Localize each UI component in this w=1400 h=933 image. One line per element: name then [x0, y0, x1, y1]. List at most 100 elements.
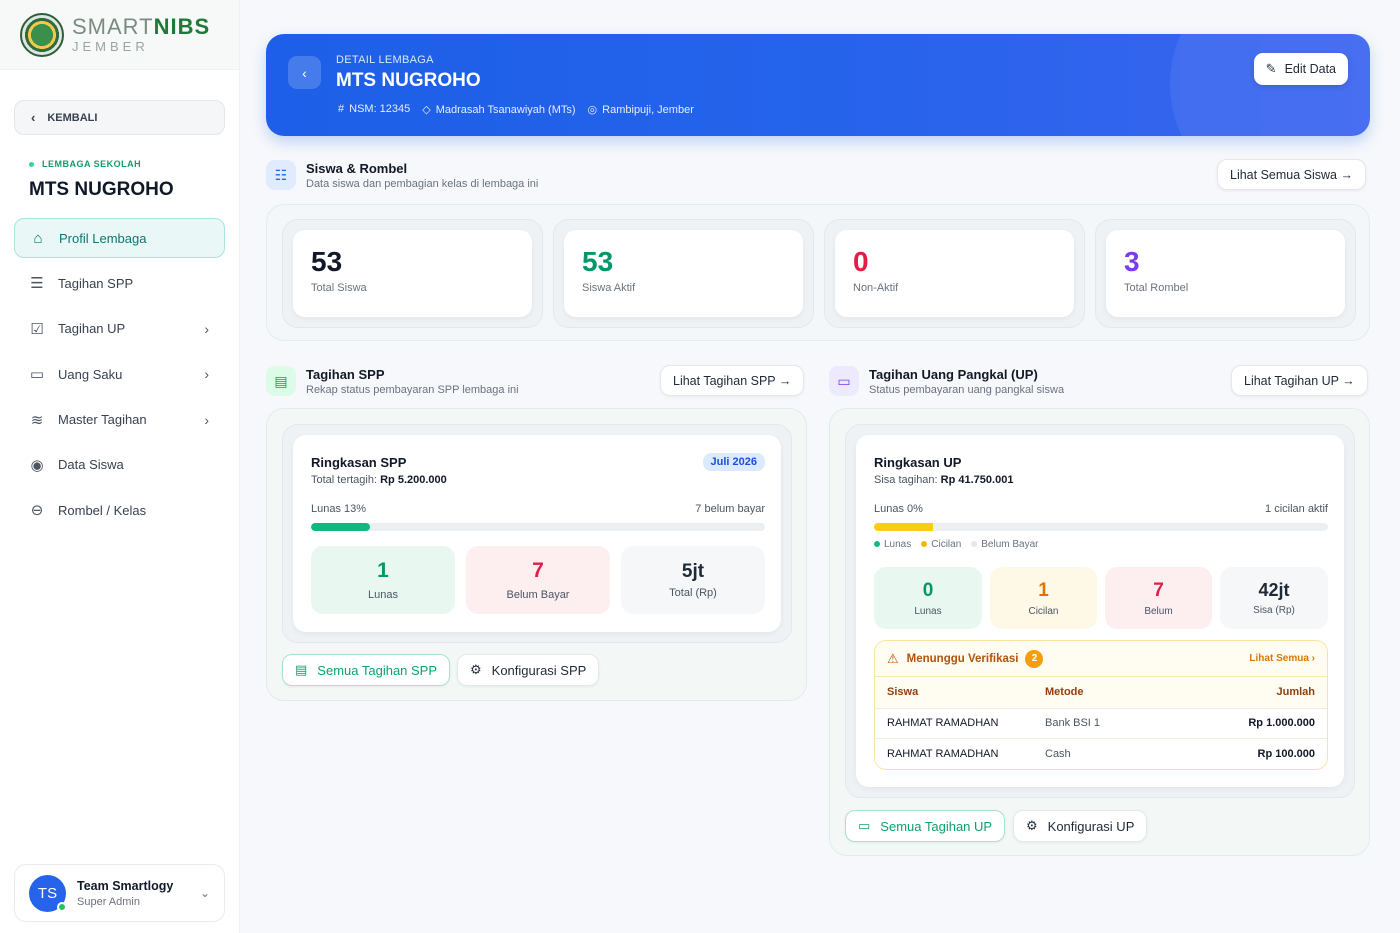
online-status-dot: [57, 901, 67, 912]
siswa-section-header: ☷ Siswa & Rombel Data siswa dan pembagia…: [266, 160, 538, 190]
all-up-bills-button[interactable]: ▭ Semua Tagihan UP: [845, 810, 1006, 842]
verification-header: ⚠ Menunggu Verifikasi 2 Lihat Semua ›: [875, 641, 1327, 677]
section-title: MTS NUGROHO: [29, 179, 174, 200]
view-all-students-button[interactable]: Lihat Semua Siswa →: [1217, 159, 1366, 190]
table-row[interactable]: RAHMAT RAMADHAN Bank BSI 1 Rp 1.000.000: [875, 707, 1327, 738]
up-summary-title: Ringkasan UP: [874, 455, 962, 470]
sidebar-item-rombel-kelas[interactable]: ⊖ Rombel / Kelas: [14, 490, 225, 530]
header-back-button[interactable]: ‹: [288, 56, 321, 89]
sidebar: SMARTNIBS JEMBER ‹ KEMBALI LEMBAGA SEKOL…: [0, 0, 240, 933]
all-spp-bills-button[interactable]: ▤ Semua Tagihan SPP: [282, 654, 451, 686]
student-stats: 53 Total Siswa 53 Siswa Aktif 0 Non-Akti…: [266, 204, 1370, 341]
stat-total-siswa: 53 Total Siswa: [282, 219, 543, 328]
up-tile-belum: 7 Belum: [1105, 567, 1212, 629]
spp-progress-label: Lunas 13%: [311, 503, 367, 515]
siswa-section-title: Siswa & Rombel: [306, 160, 408, 176]
spp-section-header: ▤ Tagihan SPP Rekap status pembayaran SP…: [266, 366, 519, 396]
chevron-right-icon: ›: [204, 366, 209, 383]
stat-value: 3: [1124, 246, 1140, 277]
students-icon: ☷: [266, 160, 296, 190]
card-icon: ▭: [829, 366, 859, 396]
sidebar-item-tagihan-up[interactable]: ☑ Tagihan UP ›: [14, 309, 225, 349]
stat-label: Total Siswa: [311, 282, 367, 294]
avatar: TS: [29, 874, 67, 912]
table-header: Siswa Metode Jumlah: [875, 677, 1327, 708]
up-tile-lunas: 0 Lunas: [874, 567, 982, 629]
edit-data-button[interactable]: ✎ Edit Data: [1253, 53, 1348, 85]
tag-icon: ◇: [422, 104, 431, 116]
spp-section-title: Tagihan SPP: [306, 366, 385, 382]
stat-non-aktif: 0 Non-Aktif: [824, 219, 1085, 328]
configure-spp-button[interactable]: ⚙ Konfigurasi SPP: [457, 654, 600, 686]
up-section-title: Tagihan Uang Pangkal (UP): [869, 366, 1038, 382]
user-menu[interactable]: TS Team Smartlogy Super Admin ⌄: [14, 864, 225, 922]
gear-icon: ⚙: [470, 662, 482, 677]
sidebar-nav: ⌂ Profil Lembaga ☰ Tagihan SPP ☑ Tagihan…: [14, 218, 225, 536]
stat-label: Siswa Aktif: [582, 282, 636, 294]
view-up-button[interactable]: Lihat Tagihan UP →: [1231, 365, 1368, 396]
chevron-down-icon: ⌄: [199, 886, 210, 900]
spp-section-desc: Rekap status pembayaran SPP lembaga ini: [306, 383, 519, 396]
up-progress-bar: [874, 523, 1328, 531]
stat-value: 0: [853, 246, 869, 277]
institution-type: Madrasah Tsanawiyah (MTs): [435, 104, 576, 116]
up-tile-cicilan: 1 Cicilan: [990, 567, 1097, 629]
up-legend: Lunas Cicilan Belum Bayar: [874, 539, 1039, 550]
classroom-icon: ⊖: [30, 502, 44, 520]
nsm-text: NSM: 12345: [349, 103, 411, 115]
layers-icon: ≋: [30, 411, 44, 429]
chevron-right-icon: ›: [204, 320, 209, 337]
sidebar-item-profil-lembaga[interactable]: ⌂ Profil Lembaga: [14, 218, 225, 258]
table-row[interactable]: RAHMAT RAMADHAN Cash Rp 100.000: [875, 738, 1327, 769]
up-section-desc: Status pembayaran uang pangkal siswa: [869, 383, 1065, 396]
spp-tile-total: 5jt Total (Rp): [621, 546, 765, 614]
sidebar-item-master-tagihan[interactable]: ≋ Master Tagihan ›: [14, 400, 225, 440]
spp-progress-bar: [311, 523, 765, 531]
hash-icon: #: [338, 103, 345, 115]
sidebar-item-tagihan-spp[interactable]: ☰ Tagihan SPP: [14, 263, 225, 303]
wallet-icon: ▭: [29, 366, 45, 384]
clipboard-icon: ▤: [266, 366, 296, 396]
brand-sub: JEMBER: [72, 39, 149, 54]
siswa-section-desc: Data siswa dan pembagian kelas di lembag…: [306, 177, 539, 190]
back-button[interactable]: ‹ KEMBALI: [14, 100, 225, 135]
spp-summary: Ringkasan SPP Total tertagih: Rp 5.200.0…: [282, 424, 792, 643]
verification-count-badge: 2: [1025, 649, 1044, 668]
user-role: Super Admin: [77, 895, 140, 908]
stat-value: 53: [311, 246, 343, 277]
header-kicker: DETAIL LEMBAGA: [336, 54, 434, 66]
spp-unpaid-count: 7 belum bayar: [695, 503, 765, 515]
configure-up-button[interactable]: ⚙ Konfigurasi UP: [1013, 810, 1148, 842]
sidebar-item-uang-saku[interactable]: ▭ Uang Saku ›: [14, 354, 225, 394]
pencil-icon: ✎: [1265, 61, 1277, 76]
sidebar-item-data-siswa[interactable]: ◉ Data Siswa: [14, 445, 225, 485]
view-all-verification-link[interactable]: Lihat Semua ›: [1249, 653, 1315, 664]
location-pin-icon: ◎: [587, 104, 598, 116]
up-summary: Ringkasan UP Sisa tagihan: Rp 41.750.001…: [845, 424, 1355, 798]
warning-icon: ⚠: [887, 650, 899, 666]
stat-total-rombel: 3 Total Rombel: [1095, 219, 1356, 328]
user-name: Team Smartlogy: [77, 878, 174, 893]
up-remaining: Sisa tagihan: Rp 41.750.001: [874, 474, 1014, 486]
institution-location: Rambipuji, Jember: [602, 104, 694, 116]
card-icon: ▭: [858, 818, 871, 833]
period-badge: Juli 2026: [702, 453, 765, 471]
school-icon: ⌂: [33, 229, 43, 247]
page-title: MTS NUGROHO: [336, 70, 481, 91]
stat-label: Total Rombel: [1124, 282, 1189, 294]
spp-tile-lunas: 1 Lunas: [311, 546, 455, 614]
spp-panel: Ringkasan SPP Total tertagih: Rp 5.200.0…: [266, 408, 807, 701]
spp-tile-belum-bayar: 7 Belum Bayar: [466, 546, 610, 614]
brand[interactable]: SMARTNIBS JEMBER: [0, 0, 239, 70]
gear-icon: ⚙: [1026, 818, 1038, 833]
chevron-left-icon: ‹: [31, 110, 36, 125]
brand-name: SMARTNIBS: [72, 14, 211, 39]
up-panel: Ringkasan UP Sisa tagihan: Rp 41.750.001…: [829, 408, 1370, 856]
receipt-icon: ☰: [30, 275, 44, 293]
user-badge-icon: ◉: [30, 456, 44, 474]
up-section-header: ▭ Tagihan Uang Pangkal (UP) Status pemba…: [829, 366, 1064, 396]
up-progress-label: Lunas 0%: [874, 503, 923, 515]
chevron-right-icon: ›: [204, 411, 209, 428]
section-label: LEMBAGA SEKOLAH: [29, 159, 141, 169]
view-spp-button[interactable]: Lihat Tagihan SPP →: [660, 365, 805, 396]
